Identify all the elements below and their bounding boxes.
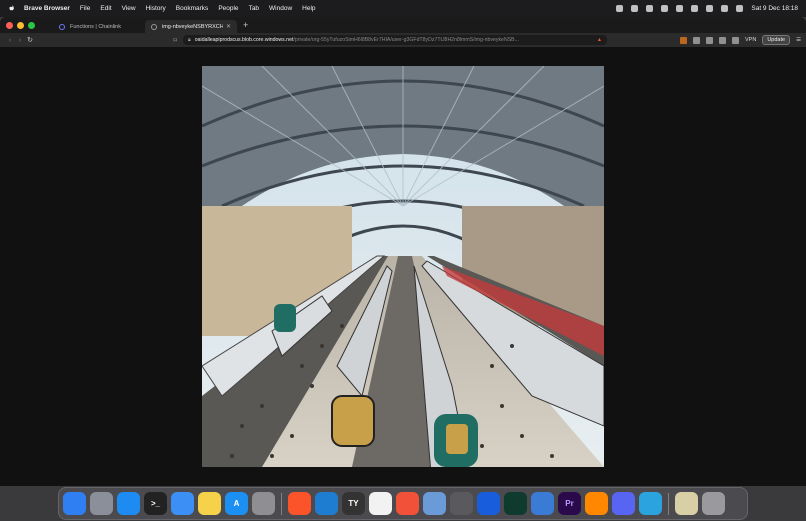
tab-search-icon[interactable] (732, 36, 739, 44)
update-button[interactable]: Update (762, 35, 791, 45)
close-window-button[interactable] (6, 21, 13, 29)
browser-window: Functions | Chainlink img-nbveykeNSBYRXC… (0, 17, 806, 486)
tab-title: Functions | Chainlink (70, 23, 121, 30)
trash-icon[interactable] (702, 492, 725, 515)
bookmark-icon[interactable]: ⌑ (171, 37, 179, 44)
menu-file[interactable]: File (80, 5, 90, 12)
tab-image[interactable]: img-nbveykeNSBYRXCH2Kxl ✕ (145, 20, 237, 33)
menu-help[interactable]: Help (302, 5, 315, 12)
wifi-icon[interactable] (706, 5, 714, 12)
apple-icon[interactable] (8, 4, 16, 13)
menu-window[interactable]: Window (269, 5, 292, 12)
menu-history[interactable]: History (146, 5, 166, 12)
brave-shields-icon[interactable]: ▲ (597, 37, 602, 43)
tab-bar: Functions | Chainlink img-nbveykeNSBYRXC… (0, 17, 806, 33)
mongodb-compass-icon[interactable] (504, 492, 527, 515)
notification-center-icon[interactable] (616, 5, 624, 12)
play-icon[interactable] (676, 5, 684, 12)
textedit-icon[interactable] (369, 492, 392, 515)
toolbar-right: VPN Update ☰ (680, 35, 801, 45)
app-name-menu[interactable]: Brave Browser (24, 5, 70, 12)
vscode-icon[interactable] (315, 492, 338, 515)
finder-icon[interactable] (63, 492, 86, 515)
menu-people[interactable]: People (218, 5, 238, 12)
maximize-window-button[interactable] (28, 21, 35, 29)
new-tab-button[interactable]: + (243, 20, 248, 30)
wallet-icon[interactable] (706, 36, 713, 44)
image-favicon-icon (151, 23, 157, 30)
lock-icon[interactable]: 🔒︎ (188, 37, 191, 44)
window-controls (6, 21, 35, 29)
preview-icon[interactable] (423, 492, 446, 515)
chainlink-favicon-icon (59, 23, 65, 30)
menu-view[interactable]: View (122, 5, 136, 12)
swift-playgrounds-icon[interactable] (396, 492, 419, 515)
mail-icon[interactable] (171, 492, 194, 515)
vpn-button[interactable]: VPN (745, 37, 756, 43)
sidebar-icon[interactable] (719, 36, 726, 44)
brave-icon[interactable] (288, 492, 311, 515)
typora-icon[interactable]: TY (342, 492, 365, 515)
menu-bar: Brave Browser File Edit View History Boo… (0, 0, 806, 17)
minimize-window-button[interactable] (17, 21, 24, 29)
control-center-icon[interactable] (736, 5, 744, 12)
user-icon[interactable] (631, 5, 639, 12)
vlc-icon[interactable] (585, 492, 608, 515)
train-station-image[interactable] (202, 66, 604, 467)
address-bar[interactable]: 🔒︎ oaidalleapiprodscus.blob.core.windows… (183, 35, 607, 45)
battery-icon[interactable] (691, 5, 699, 12)
search-icon[interactable] (721, 5, 729, 12)
clock[interactable]: Sat 9 Dec 18:18 (751, 5, 798, 12)
back-button[interactable]: ‹ (5, 37, 15, 44)
tab-chainlink[interactable]: Functions | Chainlink (53, 20, 145, 33)
dock: >_ A TY Pr (58, 487, 748, 520)
metamask-icon[interactable] (680, 36, 687, 44)
downloads-stack-icon[interactable] (675, 492, 698, 515)
app-store-icon[interactable]: A (225, 492, 248, 515)
menu-icon[interactable]: ☰ (796, 37, 801, 43)
page-content (0, 47, 806, 486)
calculator-icon[interactable] (450, 492, 473, 515)
sidebar-toggle-icon[interactable] (661, 5, 669, 12)
launchpad-icon[interactable] (90, 492, 113, 515)
menu-bookmarks[interactable]: Bookmarks (176, 5, 209, 12)
status-icons: Sat 9 Dec 18:18 (616, 5, 798, 12)
dock-separator (668, 492, 669, 515)
discord-icon[interactable] (612, 492, 635, 515)
terminal-icon[interactable]: >_ (144, 492, 167, 515)
bitwarden-icon[interactable] (477, 492, 500, 515)
notes-icon[interactable] (198, 492, 221, 515)
url-path: /private/org-55yTufuzoSimH6l8B8vEr7HIA/u… (293, 37, 519, 43)
tab-title: img-nbveykeNSBYRXCH2Kxl (162, 23, 223, 30)
system-settings-icon[interactable] (252, 492, 275, 515)
close-tab-icon[interactable]: ✕ (226, 23, 231, 30)
toolbar: ‹ › ↻ ⌑ 🔒︎ oaidalleapiprodscus.blob.core… (0, 33, 806, 47)
premiere-icon[interactable]: Pr (558, 492, 581, 515)
forward-button[interactable]: › (15, 37, 25, 44)
extensions-icon[interactable] (693, 36, 700, 44)
menu-tab[interactable]: Tab (249, 5, 259, 12)
mail-status-icon[interactable] (646, 5, 654, 12)
telegram-icon[interactable] (639, 492, 662, 515)
menu-edit[interactable]: Edit (100, 5, 111, 12)
safari-icon[interactable] (117, 492, 140, 515)
reload-button[interactable]: ↻ (25, 36, 35, 44)
proxyman-icon[interactable] (531, 492, 554, 515)
url-host: oaidalleapiprodscus.blob.core.windows.ne… (194, 37, 294, 43)
dock-separator (281, 492, 282, 515)
